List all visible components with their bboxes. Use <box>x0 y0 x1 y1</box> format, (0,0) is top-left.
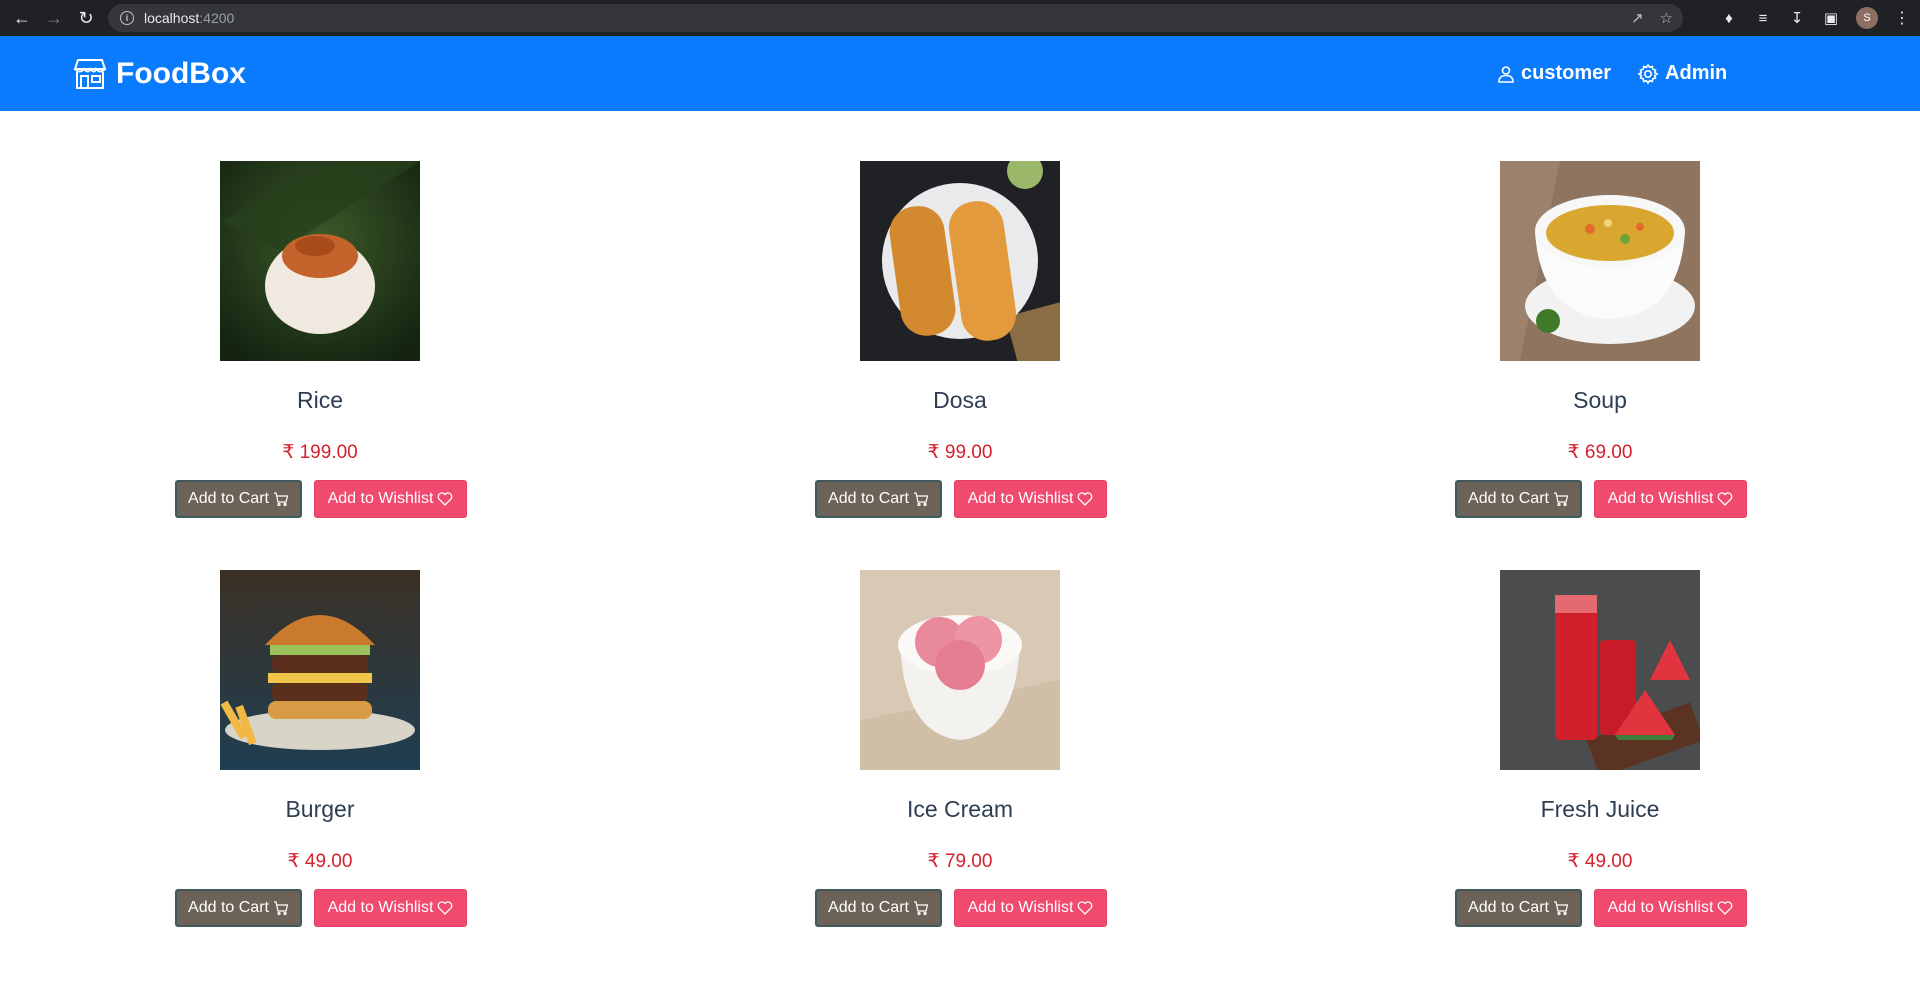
product-name: Fresh Juice <box>1540 796 1660 822</box>
add-to-wishlist-button[interactable]: Add to Wishlist <box>954 480 1107 518</box>
add-to-cart-button[interactable]: Add to Cart <box>815 480 942 518</box>
add-to-wishlist-label: Add to Wishlist <box>1607 899 1714 916</box>
cart-icon <box>273 491 289 507</box>
user-icon <box>1497 65 1515 83</box>
product-price: ₹ 199.00 <box>282 442 358 463</box>
info-icon[interactable]: i <box>120 11 134 25</box>
add-to-wishlist-button[interactable]: Add to Wishlist <box>954 889 1107 927</box>
share-icon[interactable]: ↗ <box>1631 9 1644 27</box>
url-text: localhost:4200 <box>144 10 234 26</box>
add-to-wishlist-button[interactable]: Add to Wishlist <box>314 889 467 927</box>
add-to-wishlist-button[interactable]: Add to Wishlist <box>1594 480 1747 518</box>
reload-icon[interactable]: ↻ <box>70 2 102 34</box>
shop-icon <box>72 57 108 91</box>
add-to-cart-button[interactable]: Add to Cart <box>1455 889 1582 927</box>
nav-admin[interactable]: Admin <box>1637 62 1727 85</box>
nav-customer-label: customer <box>1521 62 1612 84</box>
add-to-wishlist-label: Add to Wishlist <box>327 490 434 507</box>
heart-icon <box>437 900 453 916</box>
heart-icon <box>1077 491 1093 507</box>
url-host: localhost <box>144 10 200 26</box>
add-to-cart-button[interactable]: Add to Cart <box>175 480 302 518</box>
nav-admin-label: Admin <box>1665 62 1728 84</box>
product-name: Dosa <box>933 387 987 413</box>
cart-icon <box>913 491 929 507</box>
browser-toolbar: ← → ↻ i localhost:4200 ↗ ☆ ♦ ≡ ↧ ▣ S ⋮ <box>0 0 1920 36</box>
product-price: ₹ 79.00 <box>927 851 993 872</box>
product-price: ₹ 99.00 <box>927 442 993 463</box>
gear-icon <box>1637 63 1659 85</box>
bookmark-star-icon[interactable]: ☆ <box>1660 9 1673 27</box>
cart-icon <box>913 900 929 916</box>
add-to-wishlist-label: Add to Wishlist <box>327 899 434 916</box>
product-name: Burger <box>285 796 355 822</box>
product-name: Ice Cream <box>906 796 1014 822</box>
heart-icon <box>1717 900 1733 916</box>
rice-image <box>220 161 420 361</box>
extensions-icon[interactable]: ♦ <box>1720 10 1738 27</box>
fresh-juice-image <box>1500 570 1700 770</box>
dosa-image <box>860 161 1060 361</box>
product-name: Rice <box>296 387 343 413</box>
brand-name: FoodBox <box>116 56 246 90</box>
product-name: Soup <box>1573 387 1627 413</box>
heart-icon <box>437 491 453 507</box>
add-to-cart-label: Add to Cart <box>828 490 909 507</box>
nav-customer[interactable]: customer <box>1497 62 1611 85</box>
cart-icon <box>1553 900 1569 916</box>
add-to-cart-label: Add to Cart <box>1468 490 1549 507</box>
download-icon[interactable]: ↧ <box>1788 9 1806 27</box>
heart-icon <box>1717 491 1733 507</box>
add-to-cart-label: Add to Cart <box>1468 899 1549 916</box>
media-queue-icon[interactable]: ≡ <box>1754 10 1772 27</box>
ice-cream-image <box>860 570 1060 770</box>
brand-link[interactable]: FoodBox <box>72 36 246 111</box>
add-to-wishlist-button[interactable]: Add to Wishlist <box>1594 889 1747 927</box>
product-price: ₹ 49.00 <box>1567 851 1633 872</box>
add-to-wishlist-label: Add to Wishlist <box>967 899 1074 916</box>
product-price: ₹ 49.00 <box>287 851 353 872</box>
add-to-cart-label: Add to Cart <box>188 490 269 507</box>
browser-menu-icon[interactable]: ⋮ <box>1894 8 1910 28</box>
add-to-cart-button[interactable]: Add to Cart <box>175 889 302 927</box>
profile-avatar[interactable]: S <box>1856 7 1878 29</box>
back-arrow-icon[interactable]: ← <box>6 2 38 34</box>
burger-image <box>220 570 420 770</box>
forward-arrow-icon[interactable]: → <box>38 2 70 34</box>
url-port: :4200 <box>199 10 235 26</box>
product-price: ₹ 69.00 <box>1567 442 1633 463</box>
add-to-cart-label: Add to Cart <box>188 899 269 916</box>
heart-icon <box>1077 900 1093 916</box>
add-to-wishlist-label: Add to Wishlist <box>1607 490 1714 507</box>
add-to-cart-button[interactable]: Add to Cart <box>1455 480 1582 518</box>
add-to-cart-label: Add to Cart <box>828 899 909 916</box>
add-to-wishlist-label: Add to Wishlist <box>967 490 1074 507</box>
side-panel-icon[interactable]: ▣ <box>1822 9 1840 27</box>
cart-icon <box>273 900 289 916</box>
soup-image <box>1500 161 1700 361</box>
add-to-cart-button[interactable]: Add to Cart <box>815 889 942 927</box>
address-bar[interactable]: i localhost:4200 ↗ ☆ <box>108 4 1683 32</box>
add-to-wishlist-button[interactable]: Add to Wishlist <box>314 480 467 518</box>
cart-icon <box>1553 491 1569 507</box>
app-navbar: FoodBox customer Admin <box>0 36 1920 111</box>
